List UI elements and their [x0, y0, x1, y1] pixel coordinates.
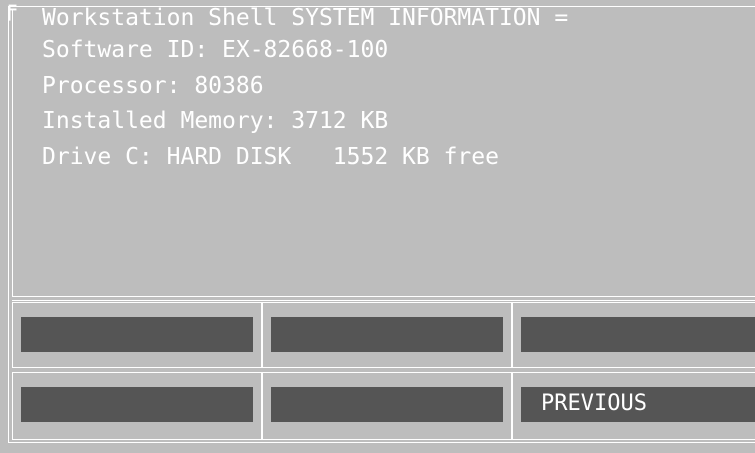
processor-line: Processor: 80386	[42, 73, 264, 99]
previous-button[interactable]: PREVIOUS	[521, 387, 755, 422]
function-key-3-button[interactable]	[521, 317, 755, 352]
function-key-4-button[interactable]	[21, 387, 253, 422]
separator-top	[12, 296, 755, 297]
memory-line: Installed Memory: 3712 KB	[42, 108, 389, 134]
system-info-screen: ╒ Workstation Shell SYSTEM INFORMATION =…	[0, 0, 755, 453]
frame-corner: ╒	[3, 0, 17, 21]
function-key-2-button[interactable]	[271, 317, 503, 352]
function-key-1-button[interactable]	[21, 317, 253, 352]
drive-c-line: Drive C: HARD DISK 1552 KB free	[42, 144, 499, 170]
separator-top-double	[12, 300, 755, 301]
window-title: Workstation Shell SYSTEM INFORMATION =	[42, 5, 569, 31]
function-key-5-button[interactable]	[271, 387, 503, 422]
software-id-line: Software ID: EX-82668-100	[42, 37, 389, 63]
